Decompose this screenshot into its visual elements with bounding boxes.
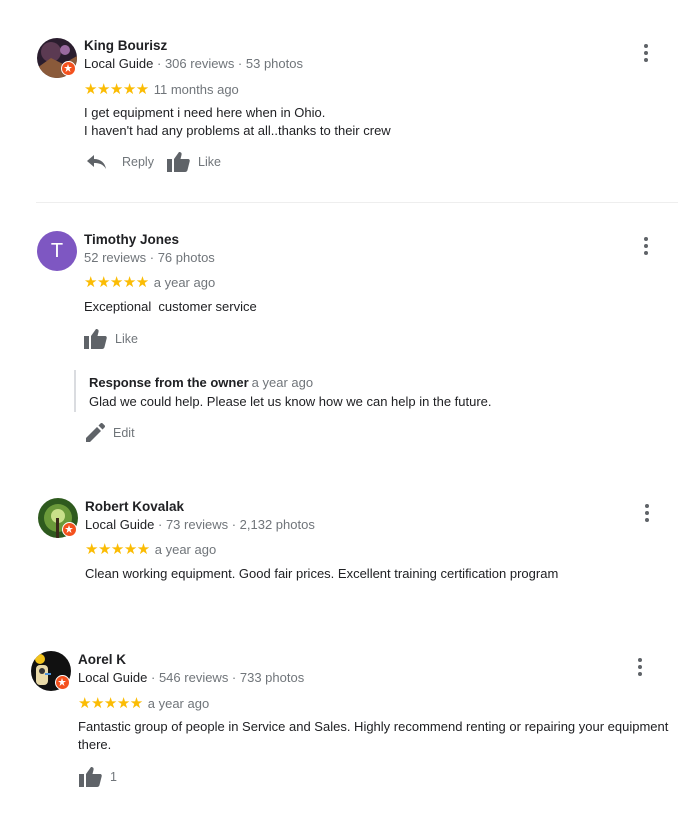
reviewer-name[interactable]: Aorel K [78, 652, 126, 667]
like-button[interactable]: 1 [79, 766, 117, 787]
review-card: Aorel K Local Guide · 546 reviews · 733 … [0, 0, 686, 800]
more-options-button[interactable] [638, 658, 642, 679]
thumbs-up-icon [79, 767, 102, 787]
reviewer-stats: Local Guide · 546 reviews · 733 photos [78, 670, 304, 685]
local-guide-badge-icon [55, 675, 70, 690]
review-time: a year ago [147, 696, 210, 711]
local-guide-label: Local Guide [78, 670, 148, 685]
like-count: 1 [110, 769, 117, 784]
more-vert-icon [638, 658, 642, 662]
review-counts: · 546 reviews · 733 photos [151, 670, 305, 685]
review-text-line: Fantastic group of people in Service and… [78, 719, 669, 734]
star-rating: ★★★★★ [78, 695, 143, 712]
rating-row: ★★★★★ a year ago [78, 694, 209, 712]
review-text-line: there. [78, 737, 112, 752]
review-text: Fantastic group of people in Service and… [78, 718, 678, 754]
